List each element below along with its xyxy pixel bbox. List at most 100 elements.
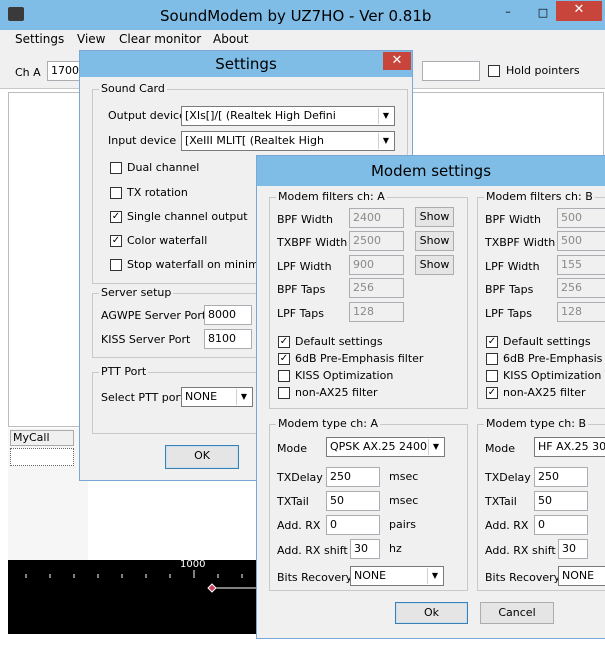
tx-rotation-checkbox[interactable] [110, 187, 122, 199]
txtail-b-input[interactable]: 50 [534, 491, 588, 511]
menu-view[interactable]: View [77, 32, 105, 46]
pre-emphasis-a-checkbox[interactable]: ✓ [278, 353, 290, 365]
menu-settings[interactable]: Settings [15, 32, 64, 46]
lpf-width-b-input[interactable]: 155 [557, 255, 605, 275]
menu-clear-monitor[interactable]: Clear monitor [119, 32, 201, 46]
bits-recovery-b-select[interactable]: NONE [558, 566, 605, 586]
chevron-down-icon: ▼ [236, 389, 251, 405]
addrxshift-b-input[interactable]: 30 [558, 539, 588, 559]
ptt-port-label: PTT Port [99, 365, 149, 379]
bpf-taps-input[interactable]: 256 [349, 278, 404, 298]
settings-ok-button[interactable]: OK [165, 445, 239, 469]
dual-channel-label: Dual channel [127, 161, 200, 174]
stop-waterfall-label: Stop waterfall on minimize [127, 258, 275, 271]
bits-recovery-a-label: Bits Recovery [277, 571, 353, 584]
dual-channel-checkbox[interactable] [110, 162, 122, 174]
txbpf-show-button[interactable]: Show [415, 231, 454, 251]
non-ax25-a-checkbox[interactable] [278, 387, 290, 399]
kiss-port-input[interactable]: 8100 [204, 329, 252, 349]
default-settings-a-checkbox[interactable]: ✓ [278, 336, 290, 348]
modem-type-a-label: Modem type ch: A [276, 417, 380, 431]
lpf-show-button[interactable]: Show [415, 255, 454, 275]
filters-a-group: Modem filters ch: A BPF Width 2400 Show … [269, 190, 468, 409]
menu-about[interactable]: About [213, 32, 248, 46]
mycall-input[interactable] [10, 448, 74, 466]
minimize-button[interactable]: – [497, 4, 519, 22]
ptt-port-value: NONE [185, 390, 218, 403]
kiss-optimization-b-label: KISS Optimization [503, 369, 602, 382]
hold-pointers-checkbox[interactable] [488, 65, 500, 77]
addrxshift-a-input[interactable]: 30 [350, 539, 380, 559]
single-channel-output-checkbox[interactable]: ✓ [110, 211, 122, 223]
lpf-width-label: LPF Width [277, 260, 332, 273]
maximize-button[interactable]: □ [532, 4, 554, 22]
chevron-down-icon: ▼ [378, 133, 393, 149]
output-device-label: Output device [108, 109, 186, 122]
mycall-header: MyCall [10, 430, 74, 446]
select-ptt-label: Select PTT port [101, 391, 185, 404]
cha-label: Ch A [15, 66, 41, 79]
mode-b-value: HF AX.25 300 [538, 440, 605, 453]
agwpe-port-label: AGWPE Server Port [101, 309, 207, 322]
cha-frequency-input[interactable]: 1700 [47, 61, 81, 81]
tx-rotation-label: TX rotation [127, 186, 188, 199]
bpf-taps-b-input[interactable]: 256 [557, 278, 605, 298]
txtail-a-unit: msec [389, 494, 419, 507]
settings-close-button[interactable]: ✕ [383, 52, 411, 70]
default-settings-a-label: Default settings [295, 335, 383, 348]
main-titlebar[interactable]: SoundModem by UZ7HO - Ver 0.81b – □ ✕ [0, 0, 605, 30]
bits-recovery-a-select[interactable]: NONE ▼ [350, 566, 444, 586]
ruler-tick-label: 1000 [180, 559, 206, 570]
txdelay-a-input[interactable]: 250 [326, 467, 380, 487]
pre-emphasis-b-checkbox[interactable] [486, 353, 498, 365]
mode-a-select[interactable]: QPSK AX.25 2400bd ▼ [326, 437, 445, 457]
modem-type-b-group: Modem type ch: B Mode HF AX.25 300 TXDel… [477, 417, 605, 591]
sound-card-label: Sound Card [99, 82, 167, 96]
mode-b-label: Mode [485, 442, 515, 455]
addrxshift-a-label: Add. RX shift [277, 544, 348, 557]
bpf-show-button[interactable]: Show [415, 207, 454, 227]
mode-a-label: Mode [277, 442, 307, 455]
input-device-label: Input device [108, 134, 177, 147]
addrx-a-input[interactable]: 0 [326, 515, 380, 535]
lpf-taps-input[interactable]: 128 [349, 302, 404, 322]
default-settings-b-label: Default settings [503, 335, 591, 348]
stop-waterfall-checkbox[interactable] [110, 259, 122, 271]
bpf-width-input[interactable]: 2400 [349, 208, 404, 228]
bpf-width-b-input[interactable]: 500 [557, 208, 605, 228]
txbpf-width-b-input[interactable]: 500 [557, 231, 605, 251]
txbpf-width-input[interactable]: 2500 [349, 231, 404, 251]
txdelay-b-label: TXDelay [485, 471, 531, 484]
non-ax25-b-checkbox[interactable]: ✓ [486, 387, 498, 399]
settings-titlebar[interactable]: Settings [80, 51, 412, 77]
modem-settings-dialog: Modem settings Modem filters ch: A BPF W… [256, 155, 605, 639]
single-channel-output-label: Single channel output [127, 210, 248, 223]
default-settings-b-checkbox[interactable]: ✓ [486, 336, 498, 348]
addrx-b-input[interactable]: 0 [534, 515, 588, 535]
kiss-optimization-a-checkbox[interactable] [278, 370, 290, 382]
input-device-select[interactable]: [XeIII MLIT[ (Realtek High ▼ [181, 131, 395, 151]
modem-titlebar[interactable]: Modem settings [257, 156, 605, 186]
txdelay-a-label: TXDelay [277, 471, 323, 484]
main-close-button[interactable]: ✕ [556, 1, 602, 21]
chevron-down-icon: ▼ [428, 439, 443, 455]
non-ax25-b-label: non-AX25 filter [503, 386, 586, 399]
modem-cancel-button[interactable]: Cancel [480, 602, 554, 624]
toolbar-ruler [422, 61, 480, 81]
agwpe-port-input[interactable]: 8000 [204, 305, 252, 325]
mode-b-select[interactable]: HF AX.25 300 [534, 437, 605, 457]
lpf-width-input[interactable]: 900 [349, 255, 404, 275]
txdelay-b-input[interactable]: 250 [534, 467, 588, 487]
lpf-taps-b-input[interactable]: 128 [557, 302, 605, 322]
bpf-taps-label: BPF Taps [277, 283, 326, 296]
addrx-a-label: Add. RX [277, 519, 321, 532]
non-ax25-a-label: non-AX25 filter [295, 386, 378, 399]
color-waterfall-checkbox[interactable]: ✓ [110, 235, 122, 247]
output-device-select[interactable]: [XIs[]/[ (Realtek High Defini ▼ [181, 106, 395, 126]
kiss-optimization-b-checkbox[interactable] [486, 370, 498, 382]
txtail-a-input[interactable]: 50 [326, 491, 380, 511]
ptt-port-select[interactable]: NONE ▼ [181, 387, 253, 407]
lpf-width-b-label: LPF Width [485, 260, 540, 273]
modem-title: Modem settings [370, 162, 492, 180]
modem-ok-button[interactable]: Ok [395, 602, 468, 624]
